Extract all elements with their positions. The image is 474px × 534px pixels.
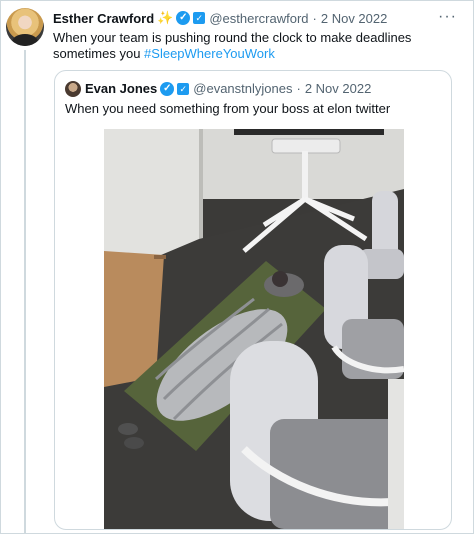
avatar-shoulders <box>12 34 38 46</box>
quoted-tweet[interactable]: Evan Jones ✓ ✓ @evanstnlyjones · 2 Nov 2… <box>54 70 452 530</box>
table-edge <box>154 255 166 259</box>
avatar[interactable] <box>6 8 44 46</box>
quoted-author-name[interactable]: Evan Jones <box>85 81 157 96</box>
author-name[interactable]: Esther Crawford <box>53 11 154 26</box>
quoted-affiliate-badge-icon: ✓ <box>177 82 190 95</box>
tweet-text: When your team is pushing round the cloc… <box>53 30 465 62</box>
right-wall <box>388 379 404 529</box>
quoted-avatar[interactable] <box>65 81 81 97</box>
tv-screen <box>234 129 384 135</box>
tweet-date[interactable]: 2 Nov 2022 <box>321 11 388 26</box>
tweet-photo[interactable] <box>104 129 404 529</box>
tv-stand-pole <box>302 151 308 201</box>
quoted-header: Evan Jones ✓ ✓ @evanstnlyjones · 2 Nov 2… <box>85 81 371 96</box>
author-handle[interactable]: @esthercrawford <box>209 11 308 26</box>
quoted-verified-badge-icon: ✓ <box>160 81 175 96</box>
hashtag-link[interactable]: #SleepWhereYouWork <box>144 46 275 61</box>
separator-dot: · <box>312 10 317 26</box>
quoted-separator-dot: · <box>296 81 301 96</box>
thread-line <box>24 50 26 534</box>
photo-illustration <box>104 129 404 529</box>
chair-seat-3 <box>270 419 404 529</box>
quoted-text: When you need something from your boss a… <box>65 101 391 116</box>
quoted-date[interactable]: 2 Nov 2022 <box>305 81 372 96</box>
sparkle-emoji: ✨ <box>157 10 174 25</box>
shoe-2 <box>124 437 144 449</box>
verified-badge-icon: ✓ <box>176 11 191 25</box>
wall-corner <box>199 129 203 239</box>
shoe-1 <box>118 423 138 435</box>
tv-stand-top <box>271 138 341 154</box>
quoted-author-handle[interactable]: @evanstnlyjones <box>193 81 292 96</box>
more-options-icon[interactable]: ··· <box>438 8 457 26</box>
head <box>272 271 288 287</box>
affiliate-badge-icon: ✓ <box>193 12 206 24</box>
tweet-header: Esther Crawford ✨ ✓ ✓ @esthercrawford · … <box>53 10 387 26</box>
